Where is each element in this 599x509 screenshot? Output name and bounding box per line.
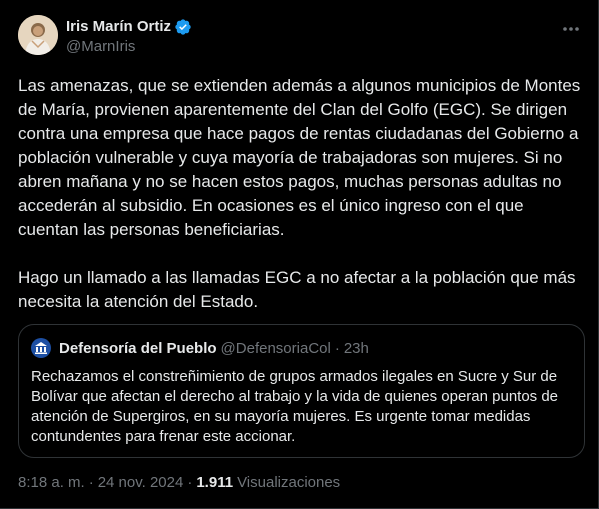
quoted-tweet-text: Rechazamos el constreñimiento de grupos …: [31, 368, 559, 445]
tweet-paragraph: Hago un llamado a las llamadas EGC a no …: [18, 268, 576, 311]
author-name-row: Iris Marín Ortiz: [66, 17, 192, 36]
tweet-paragraph: Las amenazas, que se extienden además a …: [18, 76, 581, 239]
views-label: Visualizaciones: [237, 474, 341, 491]
tweet-time[interactable]: 8:18 a. m.: [18, 474, 85, 491]
quoted-author-handle: @DefensoriaCol: [220, 339, 331, 357]
meta-separator: ·: [187, 474, 193, 491]
quoted-tweet[interactable]: Defensoría del Pueblo @DefensoriaCol · 2…: [18, 324, 585, 458]
tweet-date[interactable]: 24 nov. 2024: [98, 474, 184, 491]
quoted-tweet-header: Defensoría del Pueblo @DefensoriaCol · 2…: [31, 338, 369, 358]
verified-badge-icon: [175, 18, 191, 35]
institution-avatar-icon: [31, 338, 51, 358]
quoted-separator: ·: [334, 339, 340, 357]
author-handle[interactable]: @MarnIris: [66, 38, 192, 55]
tweet-header: Iris Marín Ortiz @MarnIris: [18, 15, 583, 59]
profile-avatar-icon[interactable]: [18, 15, 58, 55]
quoted-timestamp: 23h: [343, 339, 369, 357]
views-count: 1.911: [196, 474, 234, 491]
tweet-metadata: 8:18 a. m. · 24 nov. 2024 · 1.911 Visual…: [18, 474, 340, 491]
tweet-card: Iris Marín Ortiz @MarnIris Las amenazas,…: [0, 0, 599, 509]
quoted-author-name: Defensoría del Pueblo: [59, 339, 217, 357]
author-display-name[interactable]: Iris Marín Ortiz: [66, 18, 171, 35]
more-options-icon[interactable]: [559, 19, 583, 39]
author-names: Iris Marín Ortiz @MarnIris: [66, 17, 192, 55]
meta-separator: ·: [88, 474, 94, 491]
tweet-text: Las amenazas, que se extienden además a …: [18, 74, 584, 314]
